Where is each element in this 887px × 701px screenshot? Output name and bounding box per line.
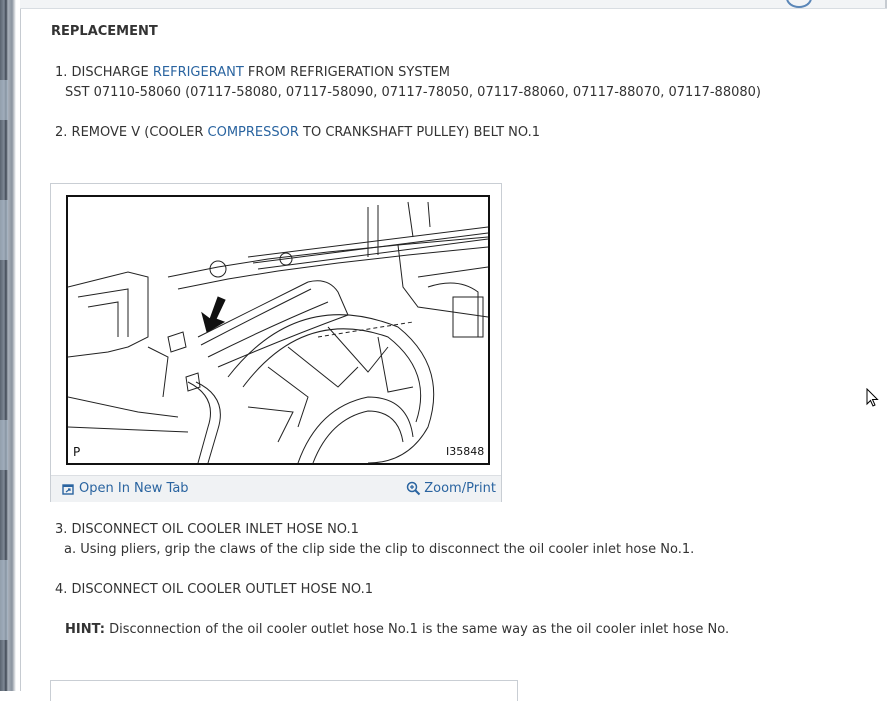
hint-label: HINT: bbox=[65, 622, 105, 637]
zoom-print-link[interactable]: Zoom/Print bbox=[406, 481, 496, 496]
diagram-corner-label: P bbox=[73, 445, 81, 459]
step-4: 4. DISCONNECT OIL COOLER OUTLET HOSE NO.… bbox=[55, 582, 374, 597]
step-3-substep: a. Using pliers, grip the claws of the c… bbox=[64, 542, 695, 557]
figure-action-bar: Open In New Tab Zoom/Print bbox=[51, 475, 501, 502]
help-icon[interactable] bbox=[786, 0, 812, 8]
step-2: 2. REMOVE V (COOLER COMPRESSOR TO CRANKS… bbox=[55, 125, 541, 140]
diagram-illustration bbox=[68, 201, 488, 463]
open-new-tab-icon bbox=[62, 483, 74, 495]
zoom-magnifier-icon bbox=[406, 481, 421, 496]
step-1: 1. DISCHARGE REFRIGERANT FROM REFRIGERAT… bbox=[55, 65, 450, 80]
content-border bbox=[20, 0, 21, 691]
open-in-new-tab-link[interactable]: Open In New Tab bbox=[62, 481, 189, 496]
section-heading: REPLACEMENT bbox=[51, 24, 158, 39]
hint-paragraph: HINT: Disconnection of the oil cooler ou… bbox=[65, 622, 729, 637]
diagram-figure: P I35848 Open In New Tab Zoom/Print bbox=[50, 183, 502, 502]
hint-text: Disconnection of the oil cooler outlet h… bbox=[104, 622, 730, 637]
step-3: 3. DISCONNECT OIL COOLER INLET HOSE NO.1 bbox=[55, 522, 359, 537]
compressor-link[interactable]: COMPRESSOR bbox=[208, 125, 299, 140]
top-toolbar-edge bbox=[20, 0, 887, 9]
diagram-image-id: I35848 bbox=[446, 445, 485, 458]
refrigerant-link[interactable]: REFRIGERANT bbox=[153, 65, 244, 80]
mouse-cursor-icon bbox=[866, 388, 879, 407]
sst-line: SST 07110-58060 (07117-58080, 07117-5809… bbox=[65, 85, 761, 100]
window-left-edge bbox=[0, 0, 20, 691]
engine-diagram-image[interactable]: P I35848 bbox=[66, 195, 490, 465]
